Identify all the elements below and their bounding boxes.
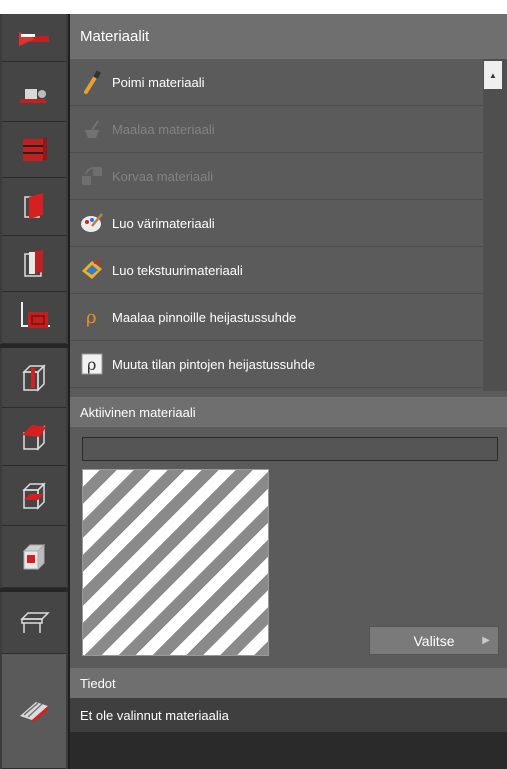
tool-room-icon[interactable] — [2, 292, 66, 344]
menu-item-pick-material[interactable]: Poimi materiaali — [70, 59, 484, 106]
menu-item-create-texture-material[interactable]: Luo tekstuurimateriaali — [70, 247, 484, 294]
menu-item-label: Muuta tilan pintojen heijastussuhde — [112, 356, 316, 372]
menu-item-label: Maalaa pinnoille heijastussuhde — [112, 309, 297, 325]
tool-door-icon[interactable] — [2, 236, 66, 292]
tool-material-icon[interactable] — [2, 654, 66, 769]
paint-bucket-icon — [78, 115, 106, 143]
materials-title: Materiaalit — [70, 14, 507, 59]
info-message: Et ole valinnut materiaalia — [70, 698, 507, 732]
texture-icon — [78, 256, 106, 284]
active-material-title: Aktiivinen materiaali — [70, 397, 507, 427]
menu-item-paint-material[interactable]: Maalaa materiaali — [70, 106, 484, 153]
material-preview-swatch[interactable] — [82, 469, 269, 656]
svg-text:ρ: ρ — [87, 355, 96, 374]
material-name-field[interactable] — [82, 437, 498, 461]
info-panel-empty-area — [70, 732, 507, 769]
menu-item-paint-reflectance[interactable]: ρ Maalaa pinnoille heijastussuhde — [70, 294, 484, 341]
tool-cube-slab-icon[interactable] — [2, 466, 66, 526]
choose-button-label: Valitse — [413, 632, 455, 649]
tool-shelf-icon[interactable] — [2, 122, 66, 178]
materials-panel: Materiaalit Poimi materiaali Maalaa mate… — [70, 14, 507, 769]
menu-item-label: Luo värimateriaali — [112, 215, 215, 231]
tool-wall-icon[interactable] — [2, 178, 66, 236]
menu-item-replace-material[interactable]: Korvaa materiaali — [70, 153, 484, 200]
eyedropper-icon — [78, 68, 106, 96]
reflectance-paint-icon: ρ — [78, 303, 106, 331]
menu-item-label: Luo tekstuurimateriaali — [112, 262, 243, 278]
menu-item-create-color-material[interactable]: Luo värimateriaali — [70, 200, 484, 247]
info-title: Tiedot — [70, 668, 507, 698]
scroll-up-icon[interactable]: ▲ — [484, 61, 502, 89]
menu-item-label: Poimi materiaali — [112, 74, 205, 90]
menu-scrollbar[interactable]: ▲ — [483, 59, 507, 391]
tool-cube-roof-icon[interactable] — [2, 408, 66, 466]
color-palette-icon — [78, 209, 106, 237]
reflectance-room-icon: ρ — [78, 350, 106, 378]
top-edge — [0, 0, 507, 14]
replace-material-icon — [78, 162, 106, 190]
choose-button[interactable]: Valitse ▶ — [369, 626, 499, 655]
chevron-right-icon: ▶ — [482, 635, 490, 646]
tool-cube-window-icon[interactable] — [2, 526, 66, 588]
tool-strip — [0, 14, 68, 769]
menu-item-change-room-reflectance[interactable]: ρ Muuta tilan pintojen heijastussuhde — [70, 341, 484, 388]
menu-item-label: Maalaa materiaali — [112, 121, 215, 137]
materials-menu: Poimi materiaali Maalaa materiaali Korva… — [70, 59, 484, 388]
tool-table-icon[interactable] — [2, 592, 66, 654]
tool-cube-column-icon[interactable] — [2, 348, 66, 408]
tool-furniture-icon[interactable] — [2, 62, 66, 122]
tool-arrow-icon[interactable] — [2, 14, 66, 62]
svg-text:ρ: ρ — [86, 307, 97, 328]
menu-item-label: Korvaa materiaali — [112, 168, 214, 184]
